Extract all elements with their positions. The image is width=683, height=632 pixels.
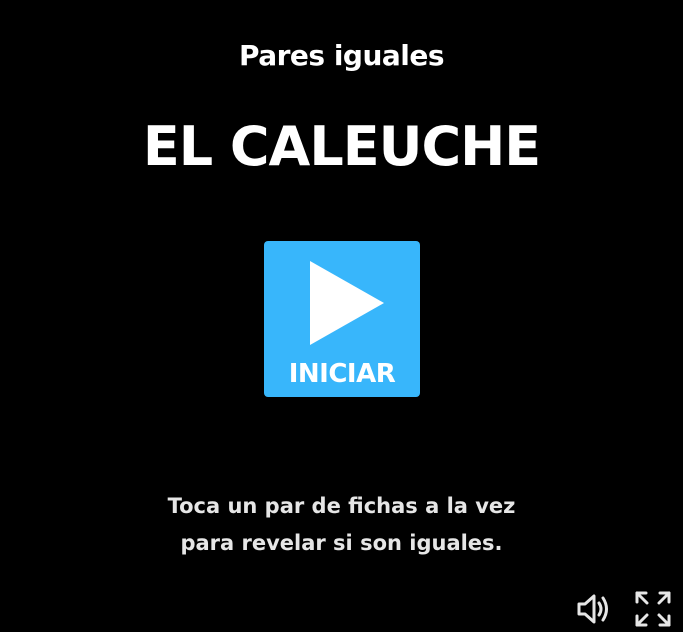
- instructions-line-2: para revelar si son iguales.: [180, 531, 503, 555]
- game-title: EL CALEUCHE: [142, 115, 541, 178]
- start-button[interactable]: INICIAR: [264, 241, 420, 397]
- instructions-line-1: Toca un par de fichas a la vez: [167, 494, 516, 518]
- game-type-label: Pares iguales: [238, 39, 445, 72]
- start-button-label: INICIAR: [288, 359, 396, 389]
- sound-button[interactable]: [575, 590, 613, 628]
- fullscreen-button[interactable]: [634, 590, 672, 628]
- play-icon: [310, 261, 384, 345]
- instructions-text: Toca un par de fichas a la vez para reve…: [0, 488, 683, 562]
- speaker-icon: [577, 594, 608, 624]
- fullscreen-icon: [635, 591, 671, 627]
